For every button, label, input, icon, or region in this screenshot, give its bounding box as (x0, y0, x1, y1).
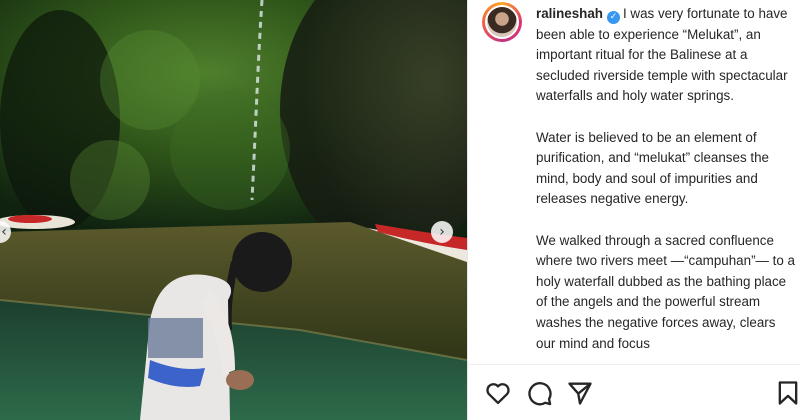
caption-paragraph: We walked through a sacred confluence wh… (536, 232, 795, 351)
avatar[interactable] (482, 2, 522, 42)
caption-first-paragraph: ralineshah ✓ I was very fortunate to have … (536, 4, 796, 107)
bookmark-icon[interactable] (774, 379, 800, 407)
avatar-photo (487, 7, 517, 37)
verified-badge-icon: ✓ (606, 11, 620, 24)
username-link[interactable]: ralineshah (536, 6, 603, 21)
share-icon[interactable] (566, 379, 594, 407)
waterfall-photo (0, 0, 467, 420)
chevron-right-icon: › (439, 224, 445, 240)
carousel-next-button[interactable]: › (431, 221, 453, 243)
avatar-ring-gap (485, 5, 519, 39)
post-sidebar: ralineshah ✓ I was very fortunate to have … (467, 0, 800, 420)
post-caption: ralineshah ✓ I was very fortunate to have … (536, 4, 796, 356)
post-image[interactable]: › ‹ (0, 0, 467, 420)
comment-icon[interactable] (525, 379, 553, 407)
action-bar (468, 364, 800, 420)
caption-paragraph: Water is believed to be an element of pu… (536, 129, 769, 207)
heart-icon[interactable] (484, 379, 512, 407)
chevron-left-icon: ‹ (1, 224, 7, 240)
